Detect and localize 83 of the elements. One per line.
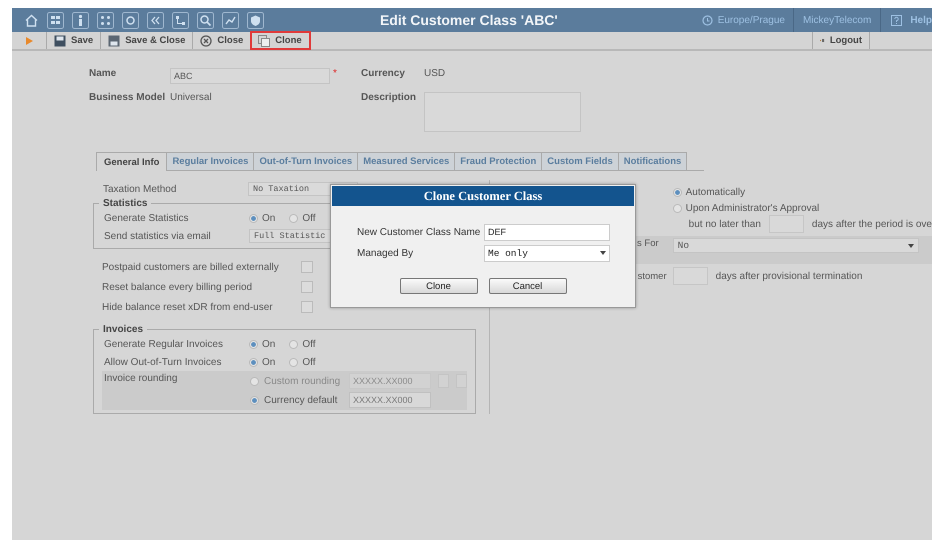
toolbar-button[interactable]: Save — [47, 32, 102, 49]
clock-icon — [702, 14, 713, 26]
checkbox-label: Hide balance reset xDR from end-user — [102, 302, 274, 312]
radio-label: Off — [302, 338, 316, 350]
radio-button[interactable] — [249, 358, 258, 366]
field-value: USD — [424, 68, 446, 79]
radio-label: Off — [302, 212, 316, 224]
group-title: Statistics — [102, 198, 148, 209]
radio-label: Custom rounding — [264, 376, 342, 386]
checkbox[interactable] — [301, 281, 313, 293]
toolbar-button[interactable]: Clone — [251, 32, 310, 49]
checkbox-label: Postpaid customers are billed externally — [102, 262, 280, 272]
radio-button[interactable] — [672, 204, 682, 212]
class-name-field[interactable]: DEF — [484, 224, 610, 240]
tab[interactable]: Fraud Protection — [454, 152, 542, 170]
field-label: but no later than — [688, 218, 761, 230]
radio-button[interactable] — [289, 340, 298, 348]
field-label: Business Model — [89, 92, 166, 103]
field-label: Generate Statistics — [104, 212, 190, 224]
grid-icon[interactable] — [47, 12, 64, 28]
floppy-icon — [54, 34, 66, 46]
coin-icon[interactable] — [122, 12, 139, 28]
floppy-icon — [108, 34, 120, 46]
close-icon — [200, 34, 212, 46]
checkbox[interactable] — [301, 261, 313, 273]
field-label: Managed By — [357, 248, 414, 258]
checkbox[interactable] — [301, 301, 313, 313]
name-field[interactable]: ABC — [170, 68, 330, 84]
checkbox-label: Reset balance every billing period — [102, 282, 254, 292]
group-title: Invoices — [102, 324, 144, 335]
radio-label: On — [262, 212, 276, 224]
page-title: Edit Customer Class 'ABC' — [378, 12, 559, 28]
dialog-button[interactable]: Clone — [400, 278, 478, 294]
radio-button[interactable] — [289, 358, 298, 366]
radio-label: Off — [302, 356, 316, 368]
field-label: stomer — [636, 270, 668, 282]
rounding-field[interactable]: XXXXX.XX000 — [349, 392, 431, 408]
radio-button[interactable] — [249, 340, 258, 348]
tab[interactable]: Out-of-Turn Invoices — [253, 152, 358, 170]
radio-label: On — [262, 356, 276, 368]
field-label: days after provisional termination — [716, 270, 862, 282]
radio-label: Upon Administrator's Approval — [686, 202, 820, 214]
chart-icon[interactable] — [222, 12, 239, 28]
field-label: Send statistics via email — [104, 230, 212, 242]
field-label: Name — [89, 68, 118, 79]
field-label: New Customer Class Name — [357, 226, 482, 238]
field-label: Generate Regular Invoices — [104, 338, 224, 350]
field-label: Invoice rounding — [104, 373, 178, 386]
tab[interactable]: Measured Services — [357, 152, 456, 170]
field-value: Universal — [170, 92, 213, 103]
radio-button[interactable] — [672, 188, 682, 196]
managed-by-select[interactable]: Me only — [484, 244, 610, 262]
field-label: Currency — [361, 68, 406, 79]
field-label: days after the period is ove — [812, 218, 932, 230]
tab[interactable]: Notifications — [618, 152, 688, 170]
radio-button[interactable] — [250, 396, 259, 404]
help-icon[interactable] — [891, 14, 902, 26]
tab[interactable]: Custom Fields — [541, 152, 619, 170]
search-icon[interactable] — [197, 12, 214, 28]
select-field[interactable]: No — [672, 238, 919, 253]
radio-label: Automatically — [686, 186, 746, 198]
radio-label: Currency default — [264, 394, 338, 406]
home-icon[interactable] — [24, 12, 39, 28]
copy-icon — [258, 34, 270, 46]
dots-icon[interactable] — [97, 12, 114, 28]
field-label: s For — [636, 238, 660, 249]
dialog-title: Clone Customer Class — [332, 186, 634, 206]
radio-button[interactable] — [249, 214, 258, 222]
nodes-icon[interactable] — [172, 12, 189, 28]
play-icon[interactable] — [26, 36, 32, 44]
required-mark: * — [333, 68, 337, 79]
shield-icon[interactable] — [247, 12, 264, 28]
radio-label: On — [262, 338, 276, 350]
toolbar-button[interactable]: Save & Close — [101, 32, 194, 49]
field-label: Taxation Method — [103, 184, 178, 194]
logout-button[interactable]: Logout — [812, 32, 870, 49]
arrows-icon[interactable] — [147, 12, 164, 28]
field-label: Allow Out-of-Turn Invoices — [104, 356, 222, 368]
tab[interactable]: Regular Invoices — [166, 152, 254, 170]
dialog-button[interactable]: Cancel — [488, 278, 566, 294]
field-label: Description — [361, 92, 418, 103]
tab[interactable]: General Info — [96, 152, 168, 171]
radio-button[interactable] — [289, 214, 298, 222]
